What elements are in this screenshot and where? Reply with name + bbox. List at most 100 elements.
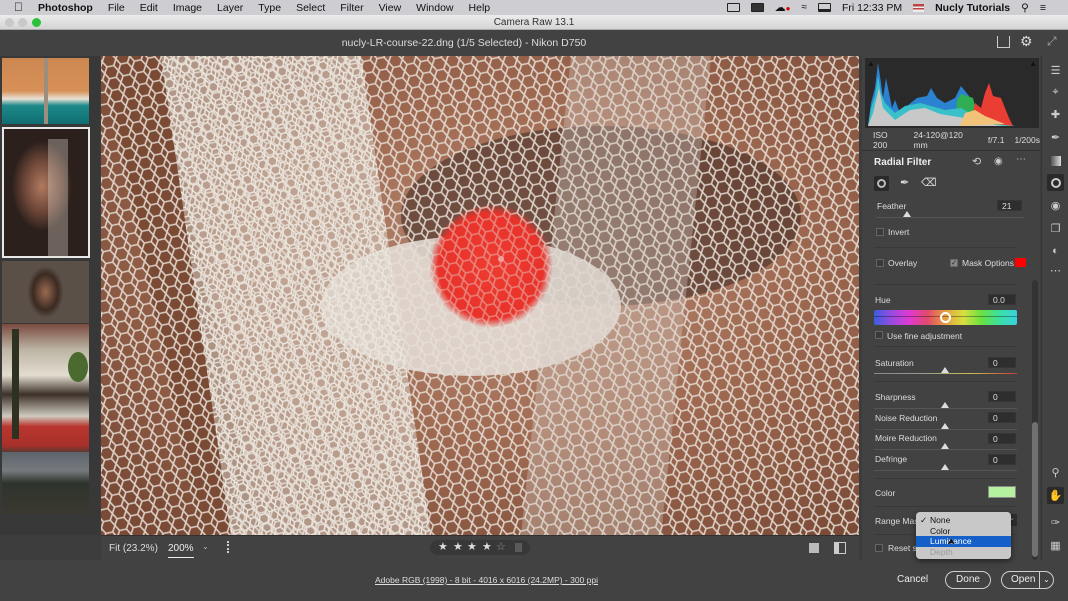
thumbnail-landscape-dusk[interactable] (2, 452, 89, 514)
zoom-level-button[interactable]: 200% (168, 543, 194, 558)
saturation-slider-thumb[interactable] (941, 367, 949, 373)
spotlight-search-icon[interactable]: ⚲ (1021, 2, 1029, 14)
zoom-dropdown-chevron-icon[interactable]: ⌄ (202, 542, 209, 551)
sharpness-value-input[interactable]: 0 (988, 391, 1016, 402)
sharpness-slider-track[interactable] (874, 408, 1017, 409)
hand-tool-icon[interactable]: ✋ (1047, 487, 1064, 504)
hue-slider[interactable] (874, 310, 1017, 325)
fullscreen-toggle-icon[interactable]: ⤢ (1047, 34, 1057, 49)
sharpness-slider-thumb[interactable] (941, 402, 949, 408)
saturation-slider-track[interactable] (874, 373, 1017, 374)
brush-mode-icon[interactable]: ✒ (900, 176, 909, 189)
screen-record-icon[interactable] (726, 3, 740, 12)
panel-scrollbar-track[interactable] (1032, 280, 1038, 560)
display-icon[interactable] (750, 3, 764, 12)
thumbnail-portrait-veil-selected[interactable] (2, 127, 90, 258)
open-button[interactable]: Open ⌄ (1001, 571, 1054, 589)
eraser-mode-icon[interactable]: ⌫ (921, 176, 937, 189)
radial-filter-mode-icon[interactable] (874, 176, 889, 191)
feather-slider-thumb[interactable] (903, 211, 911, 217)
healing-bandage-icon[interactable]: ✚ (1047, 106, 1064, 123)
rating-star-1[interactable]: ★ (438, 540, 448, 553)
shadow-clipping-warning-icon[interactable]: ▲ (867, 59, 875, 68)
fine-adjustment-checkbox[interactable] (875, 331, 883, 339)
color-swatch[interactable] (988, 486, 1016, 498)
mask-options-checkbox[interactable]: ✓ (950, 259, 958, 267)
invert-checkbox[interactable] (876, 228, 884, 236)
highlight-clipping-warning-icon[interactable]: ▲ (1029, 59, 1037, 68)
notification-center-icon[interactable]: ≡ (1040, 2, 1046, 14)
menu-filter[interactable]: Filter (340, 2, 363, 14)
hue-value-input[interactable]: 0.0 (988, 294, 1016, 305)
reset-sliders-checkbox[interactable] (875, 544, 883, 552)
saturation-value-input[interactable]: 0 (988, 357, 1016, 368)
menubar-clock[interactable]: Fri 12:33 PM (842, 2, 902, 14)
before-after-single-view-icon[interactable] (809, 543, 819, 553)
menu-type[interactable]: Type (258, 2, 281, 14)
rating-star-3[interactable]: ★ (467, 540, 477, 553)
thumbnail-building-facade[interactable] (2, 324, 89, 452)
close-window-button[interactable] (5, 18, 14, 27)
crop-icon[interactable]: ⌖ (1047, 84, 1064, 101)
workflow-options-link[interactable]: Adobe RGB (1998) - 8 bit - 4016 x 6016 (… (375, 575, 598, 585)
menubar-user[interactable]: Nucly Tutorials (935, 2, 1010, 14)
feather-slider-track[interactable] (876, 217, 1024, 218)
delete-trash-icon[interactable] (515, 543, 522, 552)
menu-image[interactable]: Image (173, 2, 202, 14)
presets-icon[interactable]: ◐ (1047, 242, 1064, 259)
image-preview-canvas[interactable] (101, 56, 859, 535)
moire-reduction-slider-track[interactable] (874, 449, 1017, 450)
radial-filter-pin[interactable] (498, 256, 504, 262)
reset-panel-icon[interactable]: ⟲ (972, 155, 981, 168)
menu-layer[interactable]: Layer (217, 2, 243, 14)
wifi-icon[interactable]: ≈ (801, 2, 807, 13)
apple-menu-icon[interactable]:  (14, 1, 24, 13)
fullscreen-window-button[interactable] (32, 18, 41, 27)
noise-reduction-value-input[interactable]: 0 (988, 412, 1016, 423)
zoom-fit-button[interactable]: Fit (23.2%) (109, 543, 158, 554)
menu-edit[interactable]: Edit (140, 2, 158, 14)
radial-filter-icon[interactable] (1047, 174, 1064, 191)
noise-reduction-slider-track[interactable] (874, 429, 1017, 430)
menu-select[interactable]: Select (296, 2, 325, 14)
snapshots-icon[interactable]: ❐ (1047, 220, 1064, 237)
range-mask-option-luminance[interactable]: Luminance (916, 536, 1011, 547)
toggle-visibility-eye-icon[interactable]: ◉ (994, 156, 1003, 167)
open-options-chevron-icon[interactable]: ⌄ (1039, 572, 1053, 588)
done-button[interactable]: Done (945, 571, 991, 589)
menu-window[interactable]: Window (416, 2, 453, 14)
adjustment-brush-icon[interactable]: ✒ (1047, 129, 1064, 146)
menu-app-photoshop[interactable]: Photoshop (38, 2, 93, 14)
toggle-filmstrip-icon[interactable] (227, 541, 235, 553)
more-options-icon[interactable]: ⋯ (1016, 154, 1026, 165)
settings-gear-icon[interactable]: ⚙ (1020, 33, 1033, 50)
hue-slider-thumb[interactable] (940, 312, 951, 323)
feather-value-input[interactable]: 21 (997, 200, 1022, 211)
defringe-slider-track[interactable] (874, 470, 1017, 471)
range-mask-option-none[interactable]: ✓ None (916, 515, 1011, 526)
mask-color-swatch[interactable] (1015, 258, 1026, 267)
menu-help[interactable]: Help (469, 2, 491, 14)
zoom-tool-icon[interactable]: ⚲ (1047, 464, 1064, 481)
rating-star-4[interactable]: ★ (482, 540, 492, 553)
defringe-value-input[interactable]: 0 (988, 454, 1016, 465)
save-image-icon[interactable] (997, 36, 1010, 48)
cancel-button[interactable]: Cancel (897, 574, 928, 585)
grid-overlay-icon[interactable]: ▦ (1047, 537, 1064, 554)
menu-view[interactable]: View (379, 2, 402, 14)
menu-file[interactable]: File (108, 2, 125, 14)
thumbnail-aerial-beach[interactable] (2, 58, 89, 124)
range-mask-option-color[interactable]: Color (916, 526, 1011, 537)
red-eye-icon[interactable]: ◉ (1047, 197, 1064, 214)
graduated-filter-icon[interactable] (1047, 152, 1064, 169)
moire-reduction-value-input[interactable]: 0 (988, 433, 1016, 444)
more-tools-icon[interactable]: ⋯ (1047, 262, 1064, 279)
before-after-toggle-icon[interactable] (834, 542, 846, 554)
minimize-window-button[interactable] (18, 18, 27, 27)
overlay-checkbox[interactable] (876, 259, 884, 267)
edit-sliders-icon[interactable]: ☰ (1047, 62, 1064, 79)
creative-cloud-icon[interactable]: ☁● (775, 1, 791, 14)
defringe-slider-thumb[interactable] (941, 464, 949, 470)
airplay-icon[interactable] (817, 3, 831, 12)
color-sampler-icon[interactable]: ✑ (1047, 514, 1064, 531)
